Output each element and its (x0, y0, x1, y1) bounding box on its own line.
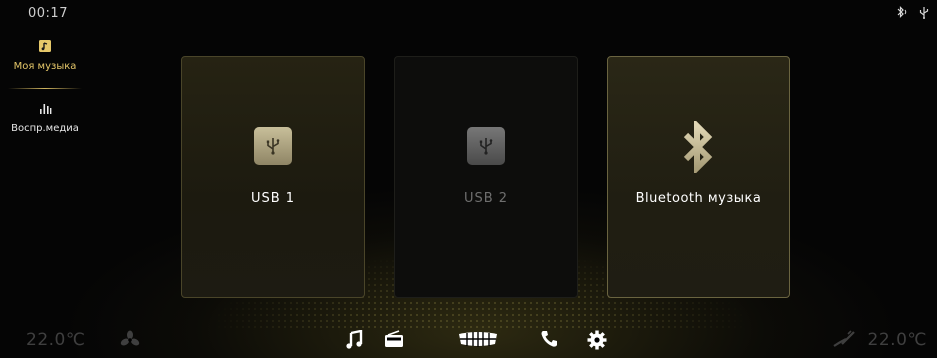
usb-icon (467, 127, 505, 165)
bottom-bar: 22.0℃ 22.0℃ (0, 322, 937, 358)
sidebar-item-label: Воспр.медиа (11, 123, 79, 134)
main-screen: 00:17 Моя музыка Воспр.медиа USB 1 USB 2… (0, 0, 937, 358)
right-temperature[interactable]: 22.0℃ (868, 330, 927, 350)
radio-icon[interactable] (384, 330, 404, 352)
sidebar-item-label: Моя музыка (13, 61, 77, 72)
source-card-usb2[interactable]: USB 2 (394, 56, 578, 298)
music-note-icon[interactable] (345, 329, 363, 354)
source-card-label: USB 1 (250, 191, 296, 206)
bluetooth-icon (682, 118, 716, 177)
fan-icon[interactable] (120, 330, 140, 354)
bluetooth-status-icon (895, 6, 909, 22)
sidebar-item-media-playback[interactable]: Воспр.медиа (0, 100, 90, 134)
left-temperature[interactable]: 22.0℃ (26, 330, 85, 350)
status-icons (895, 6, 929, 22)
windshield-wiper-icon[interactable] (832, 330, 856, 352)
phone-icon[interactable] (540, 330, 558, 352)
source-card-bluetooth[interactable]: Bluetooth музыка (607, 56, 790, 298)
source-card-label: USB 2 (463, 191, 509, 206)
sidebar: Моя музыка Воспр.медиа (0, 38, 90, 134)
equalizer-bars-icon (38, 100, 52, 119)
clock: 00:17 (28, 6, 68, 21)
sidebar-item-my-music[interactable]: Моя музыка (0, 38, 90, 90)
usb-status-icon (919, 6, 929, 22)
source-card-usb1[interactable]: USB 1 (181, 56, 365, 298)
source-card-label: Bluetooth музыка (635, 191, 762, 206)
car-grille-icon[interactable] (457, 330, 499, 352)
usb-icon (254, 127, 292, 165)
sidebar-divider (8, 88, 82, 89)
settings-gear-icon[interactable] (587, 330, 607, 354)
music-note-box-icon (38, 38, 52, 57)
